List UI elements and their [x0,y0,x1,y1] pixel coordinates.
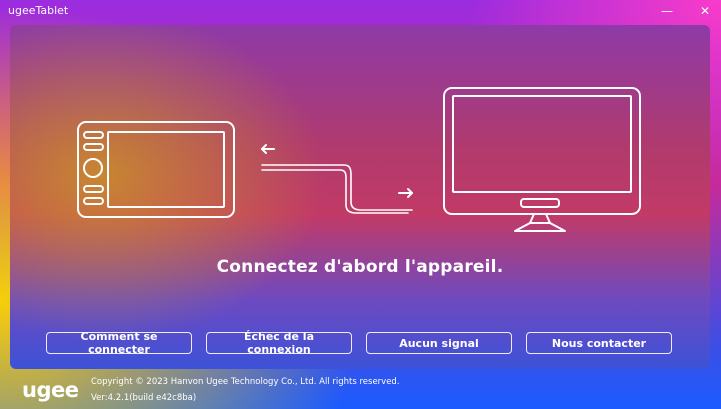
copyright-text: Copyright © 2023 Hanvon Ugee Technology … [91,377,400,387]
connect-device-message: Connectez d'abord l'appareil. [216,257,504,277]
main-panel: Connectez d'abord l'appareil. Comment se… [10,25,710,369]
how-to-connect-button[interactable]: Comment se connecter [46,330,192,356]
version-text: Ver:4.2.1(build e42c8ba) [91,393,197,403]
minimize-button[interactable]: — [659,3,675,19]
svg-text:ugee: ugee [22,378,79,402]
arrow-left-icon [261,144,275,154]
tablet-icon [77,121,235,218]
app-title: ugeeTablet [8,4,69,17]
ugee-logo: ugee [22,378,79,402]
close-button[interactable]: ✕ [697,3,713,19]
connection-illustration [77,87,641,232]
no-signal-button[interactable]: Aucun signal [366,332,512,354]
monitor-icon [443,87,641,232]
title-bar: ugeeTablet — ✕ [0,0,721,22]
arrow-right-icon [398,188,413,198]
connection-failed-button[interactable]: Échec de la connexion [206,330,352,356]
cable-icon [261,164,413,214]
contact-us-button[interactable]: Nous contacter [526,332,672,354]
